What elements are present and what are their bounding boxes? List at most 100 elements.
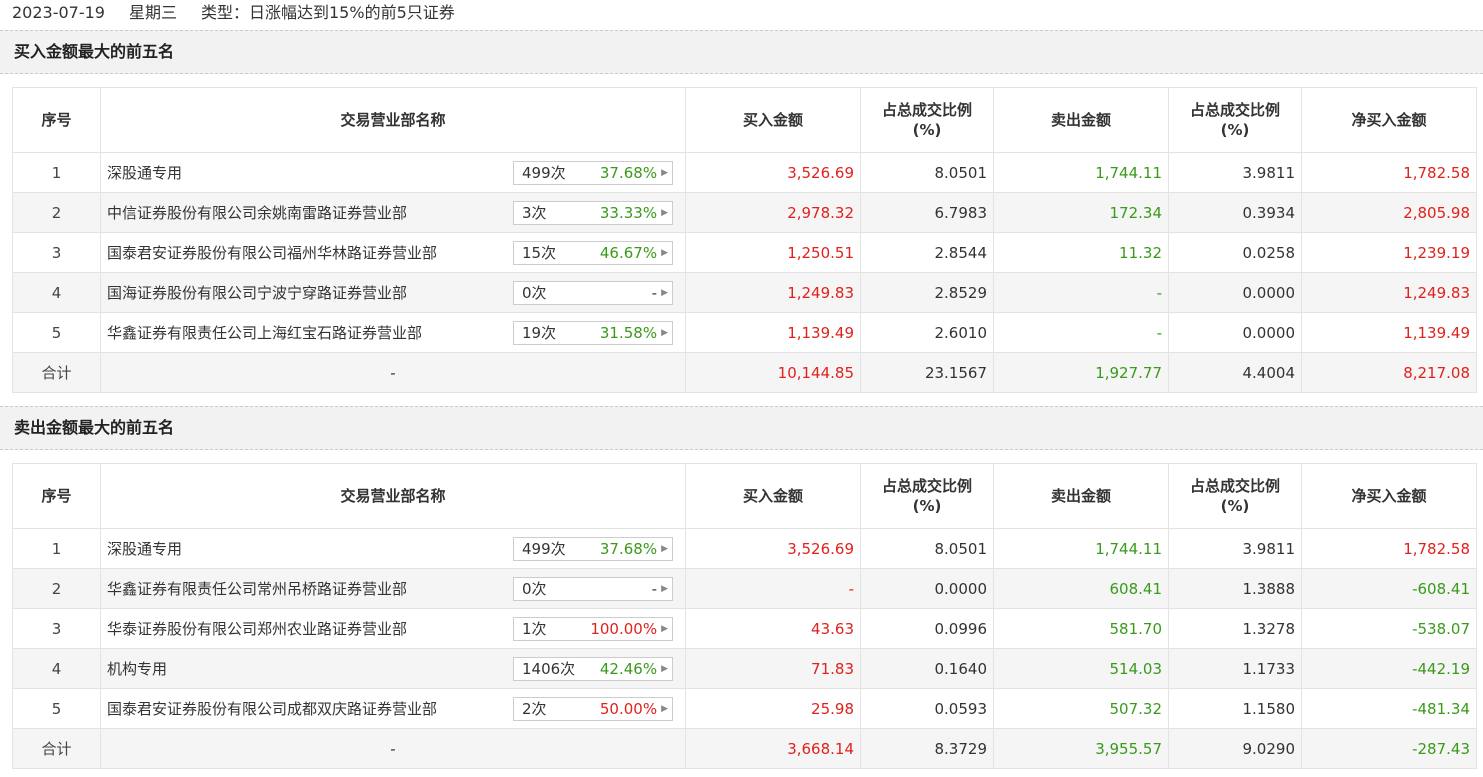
- date-label: 2023-07-19: [12, 3, 105, 22]
- broker-name[interactable]: 华泰证券股份有限公司郑州农业路证券营业部: [107, 618, 407, 639]
- section-title: 买入金额最大的前五名: [0, 30, 1483, 74]
- table-row: 5 华鑫证券有限责任公司上海红宝石路证券营业部 19次 31.58% ▶ 1,139.49…: [12, 312, 1477, 353]
- broker-name-cell: 中信证券股份有限公司余姚南雷路证券营业部 3次 33.33% ▶: [100, 192, 686, 233]
- triangle-right-icon: ▶: [661, 287, 668, 298]
- net-buy-amount: -442.19: [1301, 648, 1477, 689]
- total-buy-amount: 3,668.14: [685, 728, 861, 769]
- broker-name-wrap: 深股通专用 499次 37.68% ▶: [107, 160, 679, 185]
- total-row: 合计 -3,668.14 8.3729 3,955.57 9.0290 -287.43: [12, 728, 1477, 769]
- broker-name-wrap: 华鑫证券有限责任公司常州吊桥路证券营业部 0次 - ▶: [107, 576, 679, 601]
- header-row: 序号 交易营业部名称 买入金额 占总成交比例 (%) 卖出金额 占总成交比例 (%) 净买入金额: [12, 87, 1477, 153]
- success-rate-wrap: 37.68% ▶: [600, 540, 668, 558]
- history-stats-button[interactable]: 499次 37.68% ▶: [513, 160, 673, 185]
- net-buy-amount: 1,782.58: [1301, 152, 1477, 193]
- net-buy-amount: -608.41: [1301, 568, 1477, 609]
- total-name: -: [100, 352, 686, 393]
- table-row: 2 中信证券股份有限公司余姚南雷路证券营业部 3次 33.33% ▶ 2,978.32 6.…: [12, 192, 1477, 233]
- buy-ratio: 0.0000: [860, 568, 994, 609]
- history-stats-button[interactable]: 2次 50.00% ▶: [513, 696, 673, 721]
- buy-amount: 1,249.83: [685, 272, 861, 313]
- broker-name[interactable]: 华鑫证券有限责任公司常州吊桥路证券营业部: [107, 578, 407, 599]
- sell-ratio: 0.3934: [1168, 192, 1302, 233]
- sell-ratio: 0.0258: [1168, 232, 1302, 273]
- net-buy-amount: 1,239.19: [1301, 232, 1477, 273]
- broker-table: 序号 交易营业部名称 买入金额 占总成交比例 (%) 卖出金额 占总成交比例 (%) 净买入金额…: [12, 87, 1477, 393]
- table-row: 1 深股通专用 499次 37.68% ▶ 3,526.69 8.0501 1,744.11 3…: [12, 152, 1477, 193]
- broker-name-cell: 华泰证券股份有限公司郑州农业路证券营业部 1次 100.00% ▶: [100, 608, 686, 649]
- table-row: 2 华鑫证券有限责任公司常州吊桥路证券营业部 0次 - ▶ -0.0000 608.41 1.…: [12, 568, 1477, 609]
- history-stats-button[interactable]: 1406次 42.46% ▶: [513, 656, 673, 681]
- column-header: 占总成交比例 (%): [860, 463, 994, 529]
- success-rate: 37.68%: [599, 163, 658, 182]
- column-header: 净买入金额: [1301, 463, 1477, 529]
- buy-ratio: 2.8529: [860, 272, 994, 313]
- broker-name-cell: 国泰君安证券股份有限公司福州华林路证券营业部 15次 46.67% ▶: [100, 232, 686, 273]
- total-name: -: [100, 728, 686, 769]
- type-label: 类型：日涨幅达到15%的前5只证券: [201, 3, 455, 22]
- broker-name-cell: 华鑫证券有限责任公司上海红宝石路证券营业部 19次 31.58% ▶: [100, 312, 686, 353]
- column-header: 净买入金额: [1301, 87, 1477, 153]
- table-row: 3 华泰证券股份有限公司郑州农业路证券营业部 1次 100.00% ▶ 43.63 0.09…: [12, 608, 1477, 649]
- success-rate-wrap: 50.00% ▶: [600, 700, 668, 718]
- buy-ratio: 0.0593: [860, 688, 994, 729]
- broker-name[interactable]: 机构专用: [107, 658, 167, 679]
- history-stats-button[interactable]: 1次 100.00% ▶: [513, 616, 673, 641]
- broker-name[interactable]: 深股通专用: [107, 162, 182, 183]
- broker-name-cell: 机构专用 1406次 42.46% ▶: [100, 648, 686, 689]
- row-index: 3: [12, 608, 101, 649]
- sell-ratio: 1.3278: [1168, 608, 1302, 649]
- buy-amount: 1,250.51: [685, 232, 861, 273]
- sell-ratio: 3.9811: [1168, 528, 1302, 569]
- weekday-label: 星期三: [128, 3, 177, 22]
- triangle-right-icon: ▶: [661, 663, 668, 674]
- row-index: 1: [12, 528, 101, 569]
- sell-amount: 507.32: [993, 688, 1169, 729]
- total-buy-ratio: 23.1567: [860, 352, 994, 393]
- broker-name[interactable]: 中信证券股份有限公司余姚南雷路证券营业部: [107, 202, 407, 223]
- broker-name[interactable]: 国泰君安证券股份有限公司福州华林路证券营业部: [107, 242, 437, 263]
- sell-ratio: 1.1733: [1168, 648, 1302, 689]
- table-row: 4 国海证券股份有限公司宁波宁穿路证券营业部 0次 - ▶ 1,249.83 2.8529-…: [12, 272, 1477, 313]
- total-label: 合计: [12, 352, 101, 393]
- triangle-right-icon: ▶: [661, 207, 668, 218]
- sell-amount: 608.41: [993, 568, 1169, 609]
- broker-name-wrap: 国泰君安证券股份有限公司成都双庆路证券营业部 2次 50.00% ▶: [107, 696, 679, 721]
- broker-name[interactable]: 深股通专用: [107, 538, 182, 559]
- broker-name-wrap: 国海证券股份有限公司宁波宁穿路证券营业部 0次 - ▶: [107, 280, 679, 305]
- appearance-count: 3次: [522, 204, 547, 222]
- net-buy-amount: 1,782.58: [1301, 528, 1477, 569]
- column-header: 交易营业部名称: [100, 463, 686, 529]
- history-stats-button[interactable]: 3次 33.33% ▶: [513, 200, 673, 225]
- history-stats-button[interactable]: 15次 46.67% ▶: [513, 240, 673, 265]
- history-stats-button[interactable]: 0次 - ▶: [513, 280, 673, 305]
- history-stats-button[interactable]: 0次 - ▶: [513, 576, 673, 601]
- total-buy-amount: 10,144.85: [685, 352, 861, 393]
- buy-ratio: 2.8544: [860, 232, 994, 273]
- success-rate: 100.00%: [590, 619, 658, 638]
- total-net-amount: 8,217.08: [1301, 352, 1477, 393]
- row-index: 4: [12, 648, 101, 689]
- appearance-count: 0次: [522, 284, 547, 302]
- total-sell-amount: 1,927.77: [993, 352, 1169, 393]
- sections-container: 买入金额最大的前五名序号 交易营业部名称 买入金额 占总成交比例 (%) 卖出金额 占总成交…: [0, 30, 1483, 769]
- success-rate-wrap: - ▶: [652, 284, 668, 302]
- sell-ratio: 1.1580: [1168, 688, 1302, 729]
- success-rate: 50.00%: [599, 699, 658, 718]
- success-rate-wrap: 33.33% ▶: [600, 204, 668, 222]
- row-index: 3: [12, 232, 101, 273]
- success-rate: 42.46%: [599, 659, 658, 678]
- buy-amount: 43.63: [685, 608, 861, 649]
- broker-name[interactable]: 国海证券股份有限公司宁波宁穿路证券营业部: [107, 282, 407, 303]
- broker-name[interactable]: 华鑫证券有限责任公司上海红宝石路证券营业部: [107, 322, 422, 343]
- appearance-count: 499次: [522, 540, 566, 558]
- triangle-right-icon: ▶: [661, 623, 668, 634]
- broker-name[interactable]: 国泰君安证券股份有限公司成都双庆路证券营业部: [107, 698, 437, 719]
- history-stats-button[interactable]: 19次 31.58% ▶: [513, 320, 673, 345]
- triangle-right-icon: ▶: [661, 703, 668, 714]
- history-stats-button[interactable]: 499次 37.68% ▶: [513, 536, 673, 561]
- column-header: 占总成交比例 (%): [1168, 87, 1302, 153]
- sell-amount: -: [993, 312, 1169, 353]
- total-sell-amount: 3,955.57: [993, 728, 1169, 769]
- top-info-bar: 2023-07-19 星期三 类型：日涨幅达到15%的前5只证券: [0, 0, 1483, 30]
